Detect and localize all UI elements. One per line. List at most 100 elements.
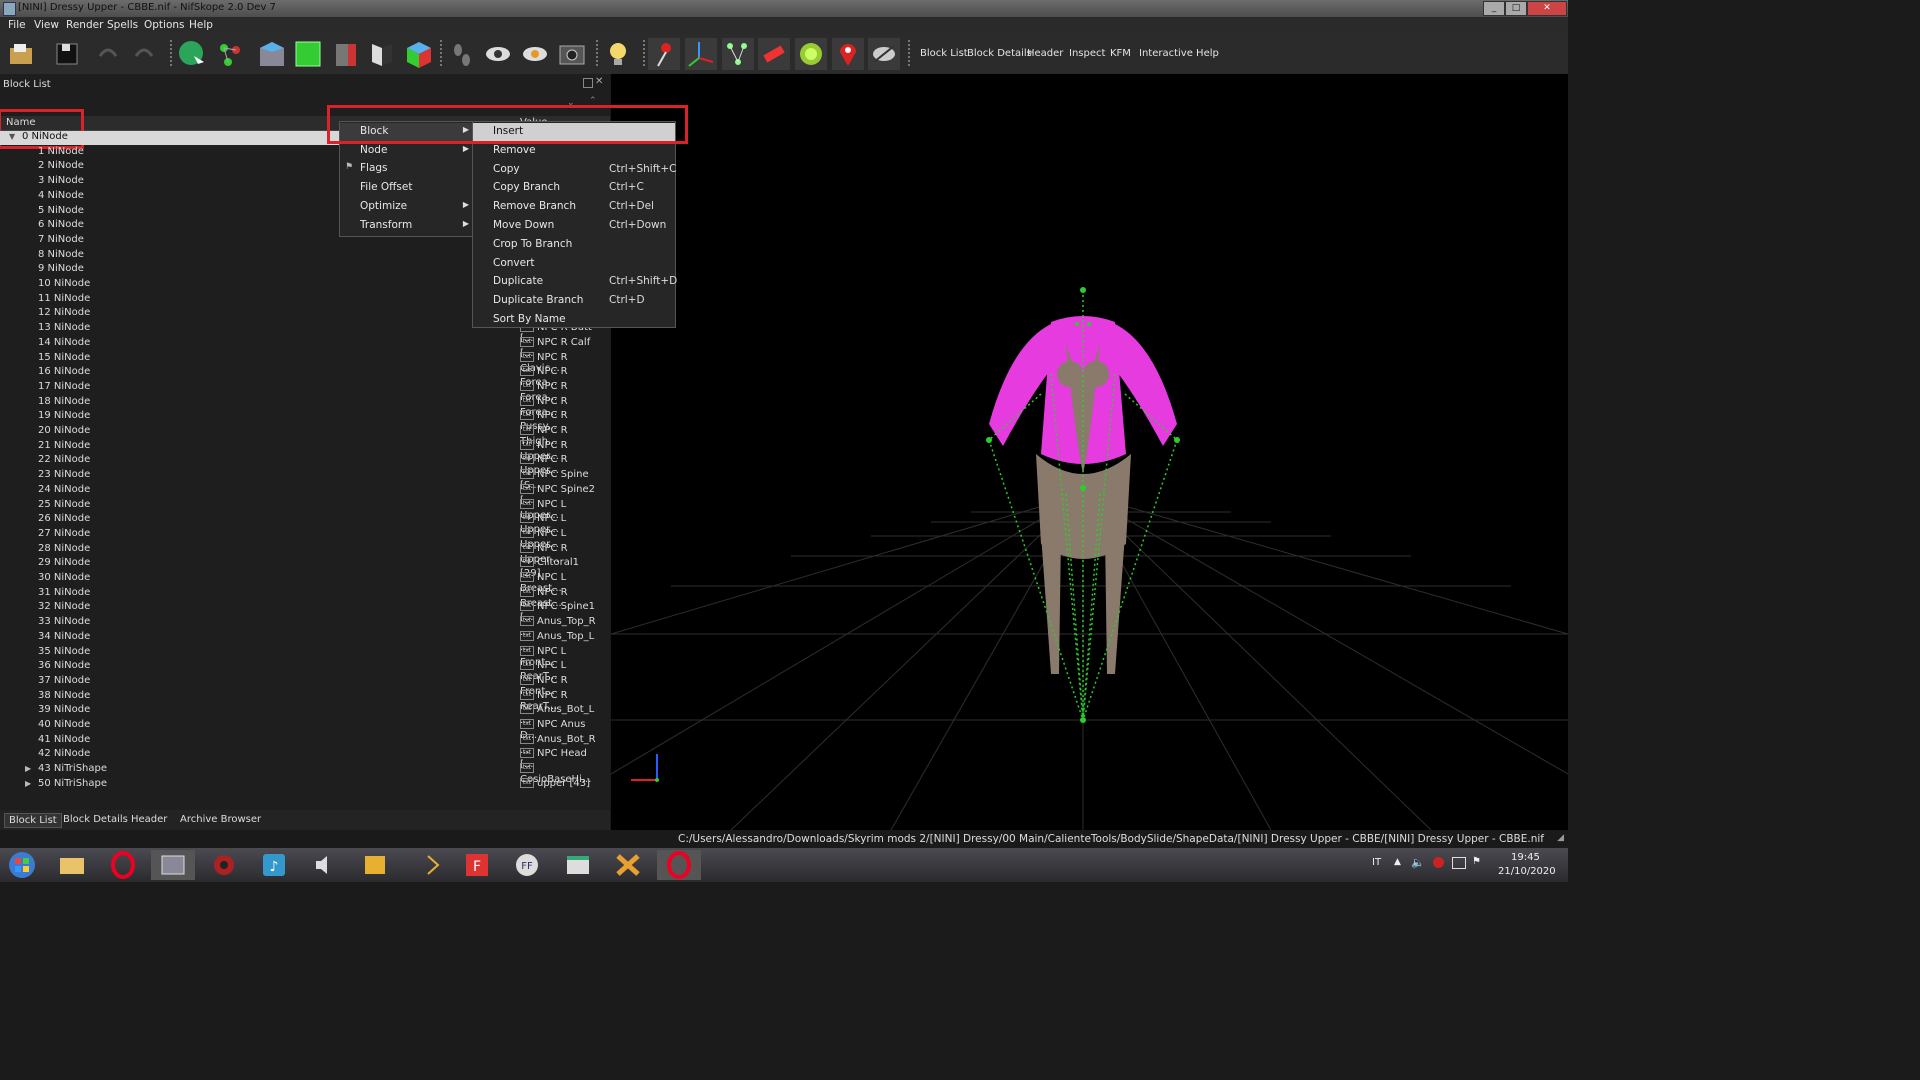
screenshot-icon[interactable] <box>556 38 588 70</box>
pin-tool-icon[interactable] <box>648 38 680 70</box>
toolbar-header[interactable]: Header <box>1027 48 1063 59</box>
flag-tray-icon[interactable]: ⚑ <box>1472 856 1481 867</box>
submenu-item[interactable]: Remove Branch Ctrl+Del <box>473 198 675 216</box>
table-row[interactable]: 29 NiNode txt Clitoral1 [29] <box>0 557 600 579</box>
table-row[interactable]: 16 NiNode txt NPC R Forea... <box>0 366 600 388</box>
submenu-item[interactable]: Copy Branch Ctrl+C <box>473 179 675 197</box>
toolbar-interactive-help[interactable]: Interactive Help <box>1139 48 1219 59</box>
toolbar-block-details[interactable]: Block Details <box>967 48 1032 59</box>
table-row[interactable]: 39 NiNode txt Anus_Bot_L ... <box>0 704 600 726</box>
submenu-item[interactable]: Remove <box>473 142 675 160</box>
undo-icon[interactable] <box>92 38 124 70</box>
view-top-icon[interactable] <box>256 38 288 70</box>
marker-icon[interactable] <box>832 38 864 70</box>
table-row[interactable]: 21 NiNode txt NPC R Upper... <box>0 439 600 462</box>
menu-item-file-offset[interactable]: File Offset <box>340 179 473 197</box>
view-perspective-icon[interactable] <box>403 38 435 70</box>
view-user-icon[interactable] <box>366 38 398 70</box>
menu-view[interactable]: View <box>34 19 59 31</box>
view-front-icon[interactable] <box>292 38 324 70</box>
bounds-icon[interactable] <box>758 38 790 70</box>
table-row[interactable]: 18 NiNode txt NPC R Forea... <box>0 395 600 418</box>
table-row[interactable]: 32 NiNode txt NPC Spine1 [... <box>0 601 600 623</box>
network-icon[interactable] <box>1452 857 1466 869</box>
eye-icon[interactable] <box>482 38 514 70</box>
gear-app-icon[interactable] <box>202 850 246 880</box>
axes-icon[interactable] <box>685 38 717 70</box>
menu-item-flags[interactable]: ⚑ Flags <box>340 160 473 178</box>
select-vertex-icon[interactable] <box>214 38 246 70</box>
table-row[interactable]: 15 NiNode txt NPC R Clavic... <box>0 351 600 374</box>
tab-block-list[interactable]: Block List <box>4 813 62 828</box>
chart-app-icon[interactable] <box>353 850 397 880</box>
language-indicator[interactable]: IT <box>1372 857 1381 868</box>
table-row[interactable]: 36 NiNode txt NPC L RearT... <box>0 660 600 682</box>
walk-icon[interactable] <box>446 38 478 70</box>
arrow-app-icon[interactable] <box>410 850 454 880</box>
table-row[interactable]: 40 NiNode txt NPC Anus D... <box>0 719 600 741</box>
save-icon[interactable] <box>52 38 84 70</box>
collapse-down-icon[interactable]: ⌄ <box>567 98 575 108</box>
hide-icon[interactable] <box>868 38 900 70</box>
menu-file[interactable]: File <box>8 19 26 31</box>
explorer-icon[interactable] <box>50 850 94 880</box>
minimize-button[interactable]: _ <box>1483 1 1505 16</box>
submenu-item[interactable]: Duplicate Branch Ctrl+D <box>473 292 675 310</box>
table-row[interactable]: 19 NiNode txt NPC R Pussy... <box>0 410 600 432</box>
table-row[interactable]: 20 NiNode txt NPC R Thigh... <box>0 425 600 447</box>
fe-app-icon[interactable]: F <box>455 850 499 880</box>
toolbar-block-list[interactable]: Block List <box>920 48 968 59</box>
table-row[interactable]: 38 NiNode txt NPC R RearT... <box>0 689 600 712</box>
expand-right-icon[interactable]: ▶ <box>25 764 31 773</box>
table-row[interactable]: 28 NiNode txt NPC R Upper... <box>0 542 600 565</box>
speaker-icon[interactable]: 🔈 <box>1411 856 1425 869</box>
tray-app-icon[interactable] <box>1433 857 1444 868</box>
maximize-button[interactable]: □ <box>1505 1 1527 16</box>
resize-grip-icon[interactable]: ◢ <box>1557 833 1564 843</box>
x-app-icon[interactable] <box>606 850 650 880</box>
table-row[interactable]: 30 NiNode txt NPC L Breast... <box>0 572 600 594</box>
music-icon[interactable]: ♪ <box>252 850 296 880</box>
close-panel-icon[interactable]: ✕ <box>595 76 603 87</box>
table-row[interactable]: 22 NiNode txt NPC R Upper... <box>0 454 600 476</box>
collision-icon[interactable] <box>795 38 827 70</box>
expand-down-icon[interactable]: ▼ <box>9 132 15 141</box>
menu-render[interactable]: Render <box>66 19 103 31</box>
table-row[interactable]: 50 NiTriShape ▶ txt upper [43] <box>0 777 600 792</box>
table-row[interactable]: 31 NiNode txt NPC R Breast... <box>0 586 600 609</box>
menu-item-optimize[interactable]: Optimize ▶ <box>340 198 473 216</box>
opera-task-icon[interactable] <box>657 850 701 880</box>
load-icon[interactable] <box>6 38 38 70</box>
menu-spells[interactable]: Spells <box>107 19 138 31</box>
start-button-icon[interactable] <box>0 850 44 880</box>
table-row[interactable]: 35 NiNode txt NPC L Front... <box>0 645 600 668</box>
table-row[interactable]: 23 NiNode txt NPC Spine [S... <box>0 469 600 491</box>
view-side-icon[interactable] <box>330 38 362 70</box>
toolbar-inspect[interactable]: Inspect <box>1069 48 1105 59</box>
eye-orange-icon[interactable] <box>519 38 551 70</box>
table-row[interactable]: 26 NiNode txt NPC L Upper... <box>0 513 600 535</box>
table-row[interactable]: 14 NiNode txt NPC R Calf [... <box>0 336 600 359</box>
menu-item-transform[interactable]: Transform ▶ <box>340 217 473 235</box>
submenu-item[interactable]: Copy Ctrl+Shift+C <box>473 161 676 179</box>
render-viewport[interactable] <box>610 74 1569 831</box>
toolbar-kfm[interactable]: KFM <box>1110 48 1131 59</box>
table-row[interactable]: 37 NiNode txt NPC R Front... <box>0 674 600 697</box>
close-button[interactable]: ✕ <box>1527 1 1567 16</box>
table-row[interactable]: 41 NiNode txt Anus_Bot_R ... <box>0 733 600 756</box>
menu-help[interactable]: Help <box>189 19 213 31</box>
submenu-item[interactable]: Duplicate Ctrl+Shift+D <box>473 273 677 291</box>
tray-arrow-icon[interactable]: ▲ <box>1394 857 1401 867</box>
redo-icon[interactable] <box>128 38 160 70</box>
submenu-item[interactable]: Convert <box>473 255 675 273</box>
table-row[interactable]: 34 NiNode txt Anus_Top_L ... <box>0 630 600 653</box>
menu-options[interactable]: Options <box>144 19 185 31</box>
submenu-item[interactable]: Crop To Branch <box>473 236 675 254</box>
tab-archive-browser[interactable]: Archive Browser <box>176 813 265 826</box>
collapse-up-icon[interactable]: ⌃ <box>589 96 597 106</box>
tab-header[interactable]: Header <box>127 813 171 826</box>
table-row[interactable]: 25 NiNode txt NPC L Upper... <box>0 498 600 521</box>
clock-date[interactable]: 21/10/2020 <box>1498 866 1556 877</box>
nifskope-task-icon[interactable] <box>151 850 195 880</box>
volume-app-icon[interactable] <box>302 850 346 880</box>
